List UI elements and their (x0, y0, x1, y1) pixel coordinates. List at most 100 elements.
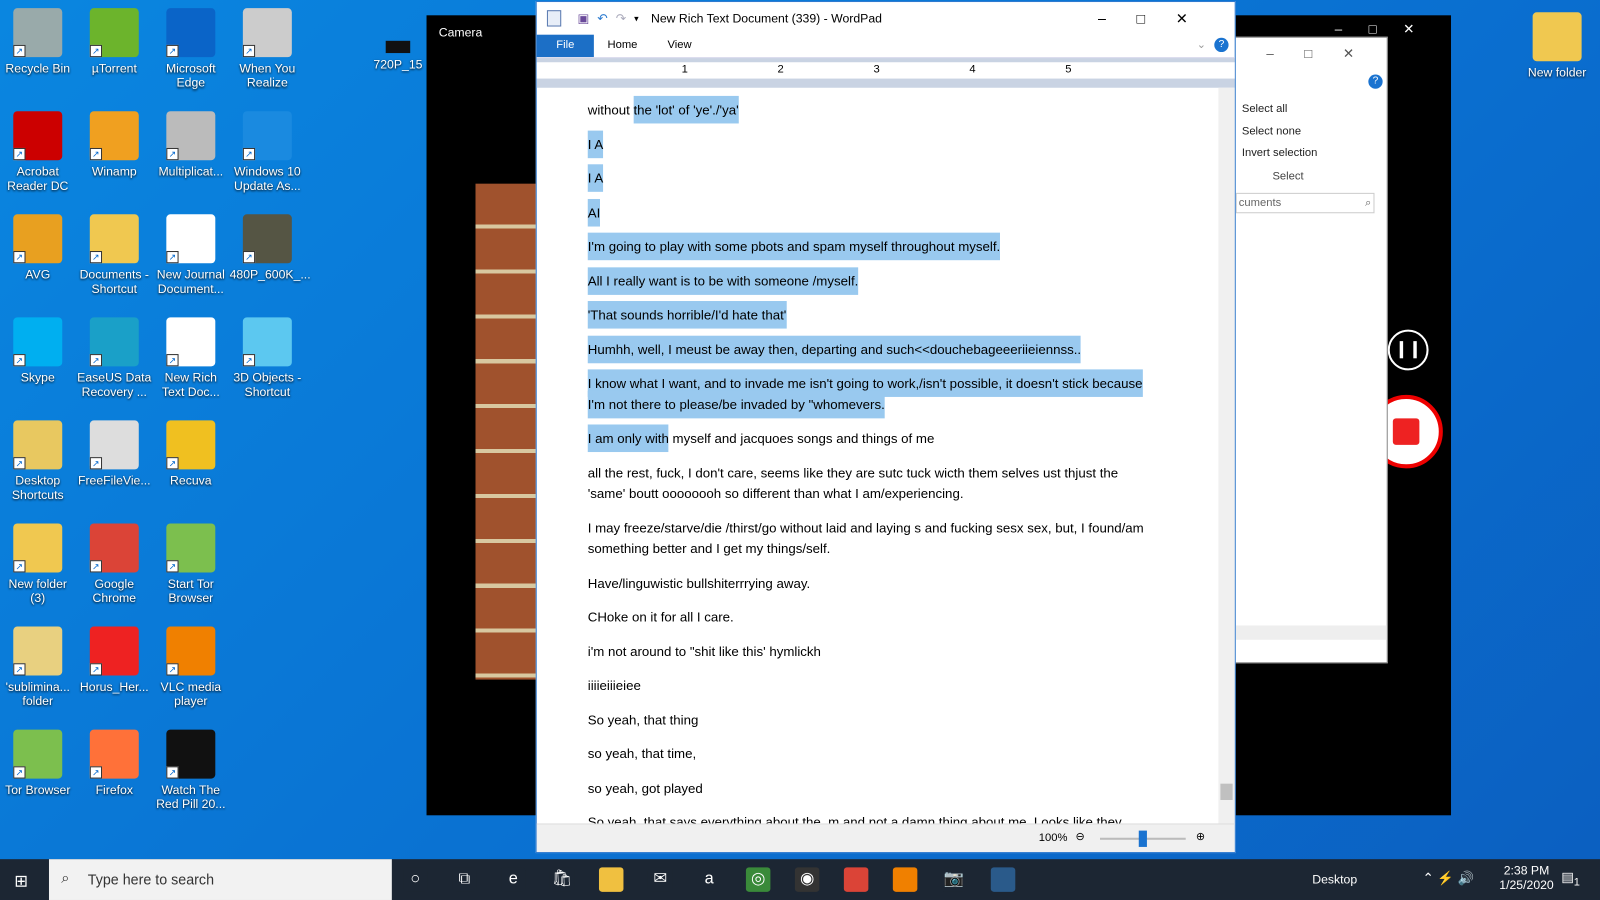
customize-toolbar-icon[interactable]: ▾ (634, 13, 639, 24)
desktop-icon[interactable]: ↗ New Rich Text Doc... (153, 313, 229, 399)
desktop-icon[interactable]: ↗ New Journal Document... (153, 210, 229, 296)
file-explorer-taskbar-icon[interactable] (598, 867, 624, 892)
desktop-icon-new-folder[interactable]: New folder (1519, 8, 1595, 80)
desktop-icon[interactable]: ↗ Watch The Red Pill 20... (153, 726, 229, 811)
undo-icon[interactable]: ↶ (597, 11, 607, 25)
tripadvisor-taskbar-icon[interactable]: ◎ (745, 867, 771, 892)
camera-taskbar-icon[interactable]: 📷 (941, 867, 967, 892)
horizontal-scrollbar[interactable] (1235, 625, 1387, 640)
text: iiiieiiieiee (587, 677, 641, 693)
cortana-taskbar-icon[interactable]: ○ (403, 867, 428, 892)
desktop-icon[interactable]: ↗ New folder (3) (0, 519, 76, 605)
zoom-in-button[interactable]: ⊕ (1196, 830, 1205, 843)
desktop-icon[interactable]: ↗ Firefox (77, 726, 153, 797)
desktop-icon[interactable]: ↗ Windows 10 Update As... (230, 107, 306, 193)
scroll-thumb[interactable] (1220, 783, 1233, 800)
ribbon-collapse-icon[interactable]: ⌄ (1197, 35, 1206, 57)
save-icon[interactable]: ▣ (578, 11, 590, 25)
paragraph[interactable]: so yeah, that time, (588, 744, 1159, 765)
app-icon: ↗ (242, 8, 292, 58)
amazon-taskbar-icon[interactable]: a (696, 867, 722, 892)
desktop-toolbar[interactable]: Desktop (1312, 872, 1357, 886)
system-tray-icons[interactable]: ⌃ ⚡ 🔊 (1422, 870, 1474, 886)
tab-view[interactable]: View (651, 35, 708, 57)
paragraph[interactable]: AI (587, 198, 1159, 227)
chrome-taskbar-icon[interactable] (843, 867, 869, 892)
help-icon[interactable]: ? (1214, 37, 1229, 53)
paragraph[interactable]: all the rest, fuck, I don't care, seems … (588, 463, 1159, 505)
desktop-icon[interactable]: ↗'sublimina... folder (0, 622, 76, 708)
search-box[interactable]: ⌕ Type here to search (48, 859, 392, 900)
paragraph[interactable]: I know what I want, and to invade me isn… (587, 369, 1159, 418)
desktop-icon-720p[interactable]: 720P_15 (367, 37, 428, 71)
pause-button[interactable]: ❙❙ (1387, 329, 1429, 371)
desktop-icon[interactable]: ↗ Tor Browser (0, 726, 76, 797)
app-taskbar-icon[interactable]: ◉ (794, 867, 820, 892)
tab-file[interactable]: File (536, 34, 594, 58)
paragraph[interactable]: So yeah, that thing (588, 710, 1159, 731)
desktop-icon[interactable]: ↗ When You Realize (230, 4, 306, 90)
paragraph[interactable]: I A (587, 164, 1159, 192)
window-controls[interactable]: –□✕ (1098, 10, 1218, 27)
select-none-button[interactable]: Select none (1242, 126, 1301, 138)
desktop-icon[interactable]: ↗ VLC media player (153, 622, 229, 708)
zoom-slider[interactable] (1099, 830, 1186, 847)
tab-home[interactable]: Home (594, 35, 651, 57)
vlc-taskbar-icon[interactable] (892, 867, 918, 892)
task-view-taskbar-icon[interactable]: ⧉ (452, 867, 477, 892)
desktop-icon[interactable]: ↗ µTorrent (77, 4, 153, 76)
zoom-out-button[interactable]: ⊖ (1076, 830, 1085, 843)
ruler[interactable]: 1 2 3 4 5 (536, 57, 1235, 88)
paragraph[interactable]: iiiieiiieiee (588, 676, 1159, 697)
vertical-scrollbar[interactable] (1218, 87, 1235, 825)
paragraph[interactable]: CHoke on it for all I care. (588, 607, 1159, 628)
paragraph[interactable]: I'm going to play with some pbots and sp… (587, 232, 1159, 261)
wordpad-taskbar-icon[interactable] (990, 867, 1016, 892)
notification-icon[interactable]: ▤1 (1561, 869, 1580, 888)
shortcut-arrow-icon: ↗ (166, 354, 179, 367)
desktop-icon[interactable]: ↗ 480P_600K_... (230, 210, 311, 282)
paragraph[interactable]: I may freeze/starve/die /thirst/go witho… (588, 518, 1159, 560)
clock[interactable]: 2:38 PM 1/25/2020 (1494, 863, 1559, 892)
desktop-icon[interactable]: ↗ Documents - Shortcut (77, 210, 153, 296)
desktop-icon[interactable]: ↗ Recuva (153, 416, 229, 488)
invert-selection-button[interactable]: Invert selection (1242, 147, 1317, 159)
document-area[interactable]: without the 'lot' of 'ye'./'ya' I A I A AI I… (537, 88, 1221, 824)
wordpad-window[interactable]: ▣ ↶ ↷ ▾ New Rich Text Document (339) - W… (535, 1, 1236, 854)
explorer-window-controls[interactable]: –□✕ (1266, 46, 1384, 62)
paragraph[interactable]: so yeah, got played (588, 778, 1159, 799)
start-button[interactable]: ⊞ (14, 871, 28, 891)
search-input[interactable]: cuments ⌕ (1235, 192, 1375, 214)
camera-window-controls[interactable]: –□✕ (1335, 21, 1441, 37)
store-taskbar-icon[interactable]: 🛍 (549, 867, 575, 892)
zoom-slider-thumb[interactable] (1138, 830, 1147, 847)
desktop-icon[interactable]: ↗ FreeFileVie... (77, 416, 153, 488)
desktop-icon[interactable]: ↗ Skype (0, 313, 76, 385)
desktop-icon[interactable]: ↗ Recycle Bin (0, 4, 76, 76)
desktop-icon[interactable]: ↗ Desktop Shortcuts (0, 416, 76, 502)
paragraph[interactable]: i'm not around to "shit like this' hymli… (588, 641, 1159, 662)
paragraph[interactable]: without the 'lot' of 'ye'./'ya' (588, 95, 1159, 124)
desktop-icon[interactable]: ↗ Horus_Her... (77, 622, 153, 694)
paragraph[interactable]: Humhh, well, I meust be away then, depar… (587, 335, 1159, 363)
redo-icon[interactable]: ↷ (616, 11, 626, 25)
edge-taskbar-icon[interactable]: e (501, 867, 526, 892)
paragraph[interactable]: I am only with myself and jacquoes songs… (587, 424, 1159, 453)
select-all-button[interactable]: Select all (1242, 103, 1288, 115)
desktop-icon[interactable]: ↗ Winamp (77, 107, 153, 179)
help-icon[interactable]: ? (1368, 74, 1383, 89)
desktop-icon[interactable]: ↗ Microsoft Edge (153, 4, 229, 90)
paragraph[interactable]: 'That sounds horrible/I'd hate that' (587, 301, 1159, 329)
desktop-icon[interactable]: ↗ Google Chrome (77, 519, 153, 605)
desktop-icon[interactable]: ↗ AVG (0, 210, 76, 282)
desktop-icon[interactable]: ↗ Start Tor Browser (153, 519, 229, 605)
paragraph[interactable]: All I really want is to be with someone … (587, 266, 1159, 295)
desktop-icon[interactable]: ↗ 3D Objects - Shortcut (230, 313, 306, 399)
desktop-icon[interactable]: ↗ EaseUS Data Recovery ... (77, 313, 153, 399)
desktop-icon[interactable]: ↗ Acrobat Reader DC (0, 107, 76, 193)
desktop-icon[interactable]: ↗ Multiplicat... (153, 107, 229, 179)
mail-taskbar-icon[interactable]: ✉ (647, 867, 673, 892)
file-explorer-window[interactable]: –□✕ ? Select all Select none Invert sele… (1234, 36, 1388, 664)
paragraph[interactable]: Have/linguwistic bullshiterrrying away. (588, 573, 1159, 594)
paragraph[interactable]: I A (587, 130, 1159, 158)
